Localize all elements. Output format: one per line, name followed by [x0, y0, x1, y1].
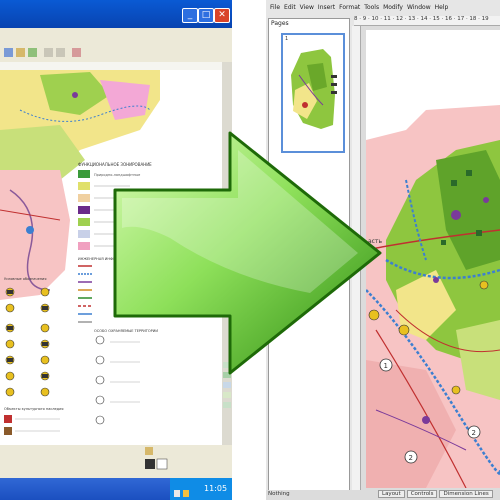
maximize-button[interactable]: □ [198, 8, 214, 23]
clock: 11:05 [204, 484, 228, 493]
zone-marker-2: 2 [409, 454, 413, 462]
tab-controls[interactable]: Controls [406, 490, 438, 498]
zone-marker-3: 2 [472, 429, 476, 437]
left-toolbar[interactable] [0, 44, 232, 63]
left-bottom-toolbar[interactable] [0, 445, 232, 478]
minimize-button[interactable]: _ [182, 8, 198, 23]
menu-tools[interactable]: Tools [364, 4, 379, 11]
left-toolbar-icons[interactable] [0, 44, 232, 62]
page-thumbnail-number: 1 [285, 36, 289, 42]
status-text: Nothing [268, 491, 290, 497]
menu-file[interactable]: File [270, 4, 280, 11]
menu-view[interactable]: View [300, 4, 314, 11]
menu-insert[interactable]: Insert [318, 4, 335, 11]
map-drawing: асть 1 2 2 [366, 30, 500, 488]
menu-window[interactable]: Window [407, 4, 431, 11]
left-bottom-icons[interactable] [0, 445, 232, 478]
right-horizontal-ruler: 8 · 9 · 10 · 11 · 12 · 13 · 14 · 15 · 16… [354, 16, 500, 26]
pages-panel-title: Pages [271, 20, 289, 27]
green-arrow-icon [113, 131, 382, 375]
legend-heading-4: Объекты культурного наследия [4, 407, 63, 411]
left-window-titlebar: _ □ ✕ [0, 0, 232, 28]
menu-help[interactable]: Help [435, 4, 449, 11]
close-button[interactable]: ✕ [214, 8, 230, 23]
menu-modify[interactable]: Modify [383, 4, 403, 11]
right-status-bar: Nothing Layout Controls Dimension Lines [266, 490, 500, 500]
map-drawing-canvas[interactable]: асть 1 2 2 [366, 30, 500, 488]
tray-icons[interactable] [174, 484, 194, 503]
tab-layout[interactable]: Layout [378, 490, 405, 498]
tab-dimension-lines[interactable]: Dimension Lines [439, 490, 493, 498]
right-menubar[interactable]: File Edit View Insert Format Tools Modify Windo… [266, 4, 500, 16]
menu-format[interactable]: Format [339, 4, 360, 11]
layer-tabs[interactable]: Layout Controls Dimension Lines [376, 490, 493, 498]
left-menubar[interactable] [0, 28, 232, 44]
legend-heading-3: Условные обозначения [4, 277, 46, 281]
menu-edit[interactable]: Edit [284, 4, 296, 11]
system-tray[interactable]: 11:05 [170, 478, 232, 500]
